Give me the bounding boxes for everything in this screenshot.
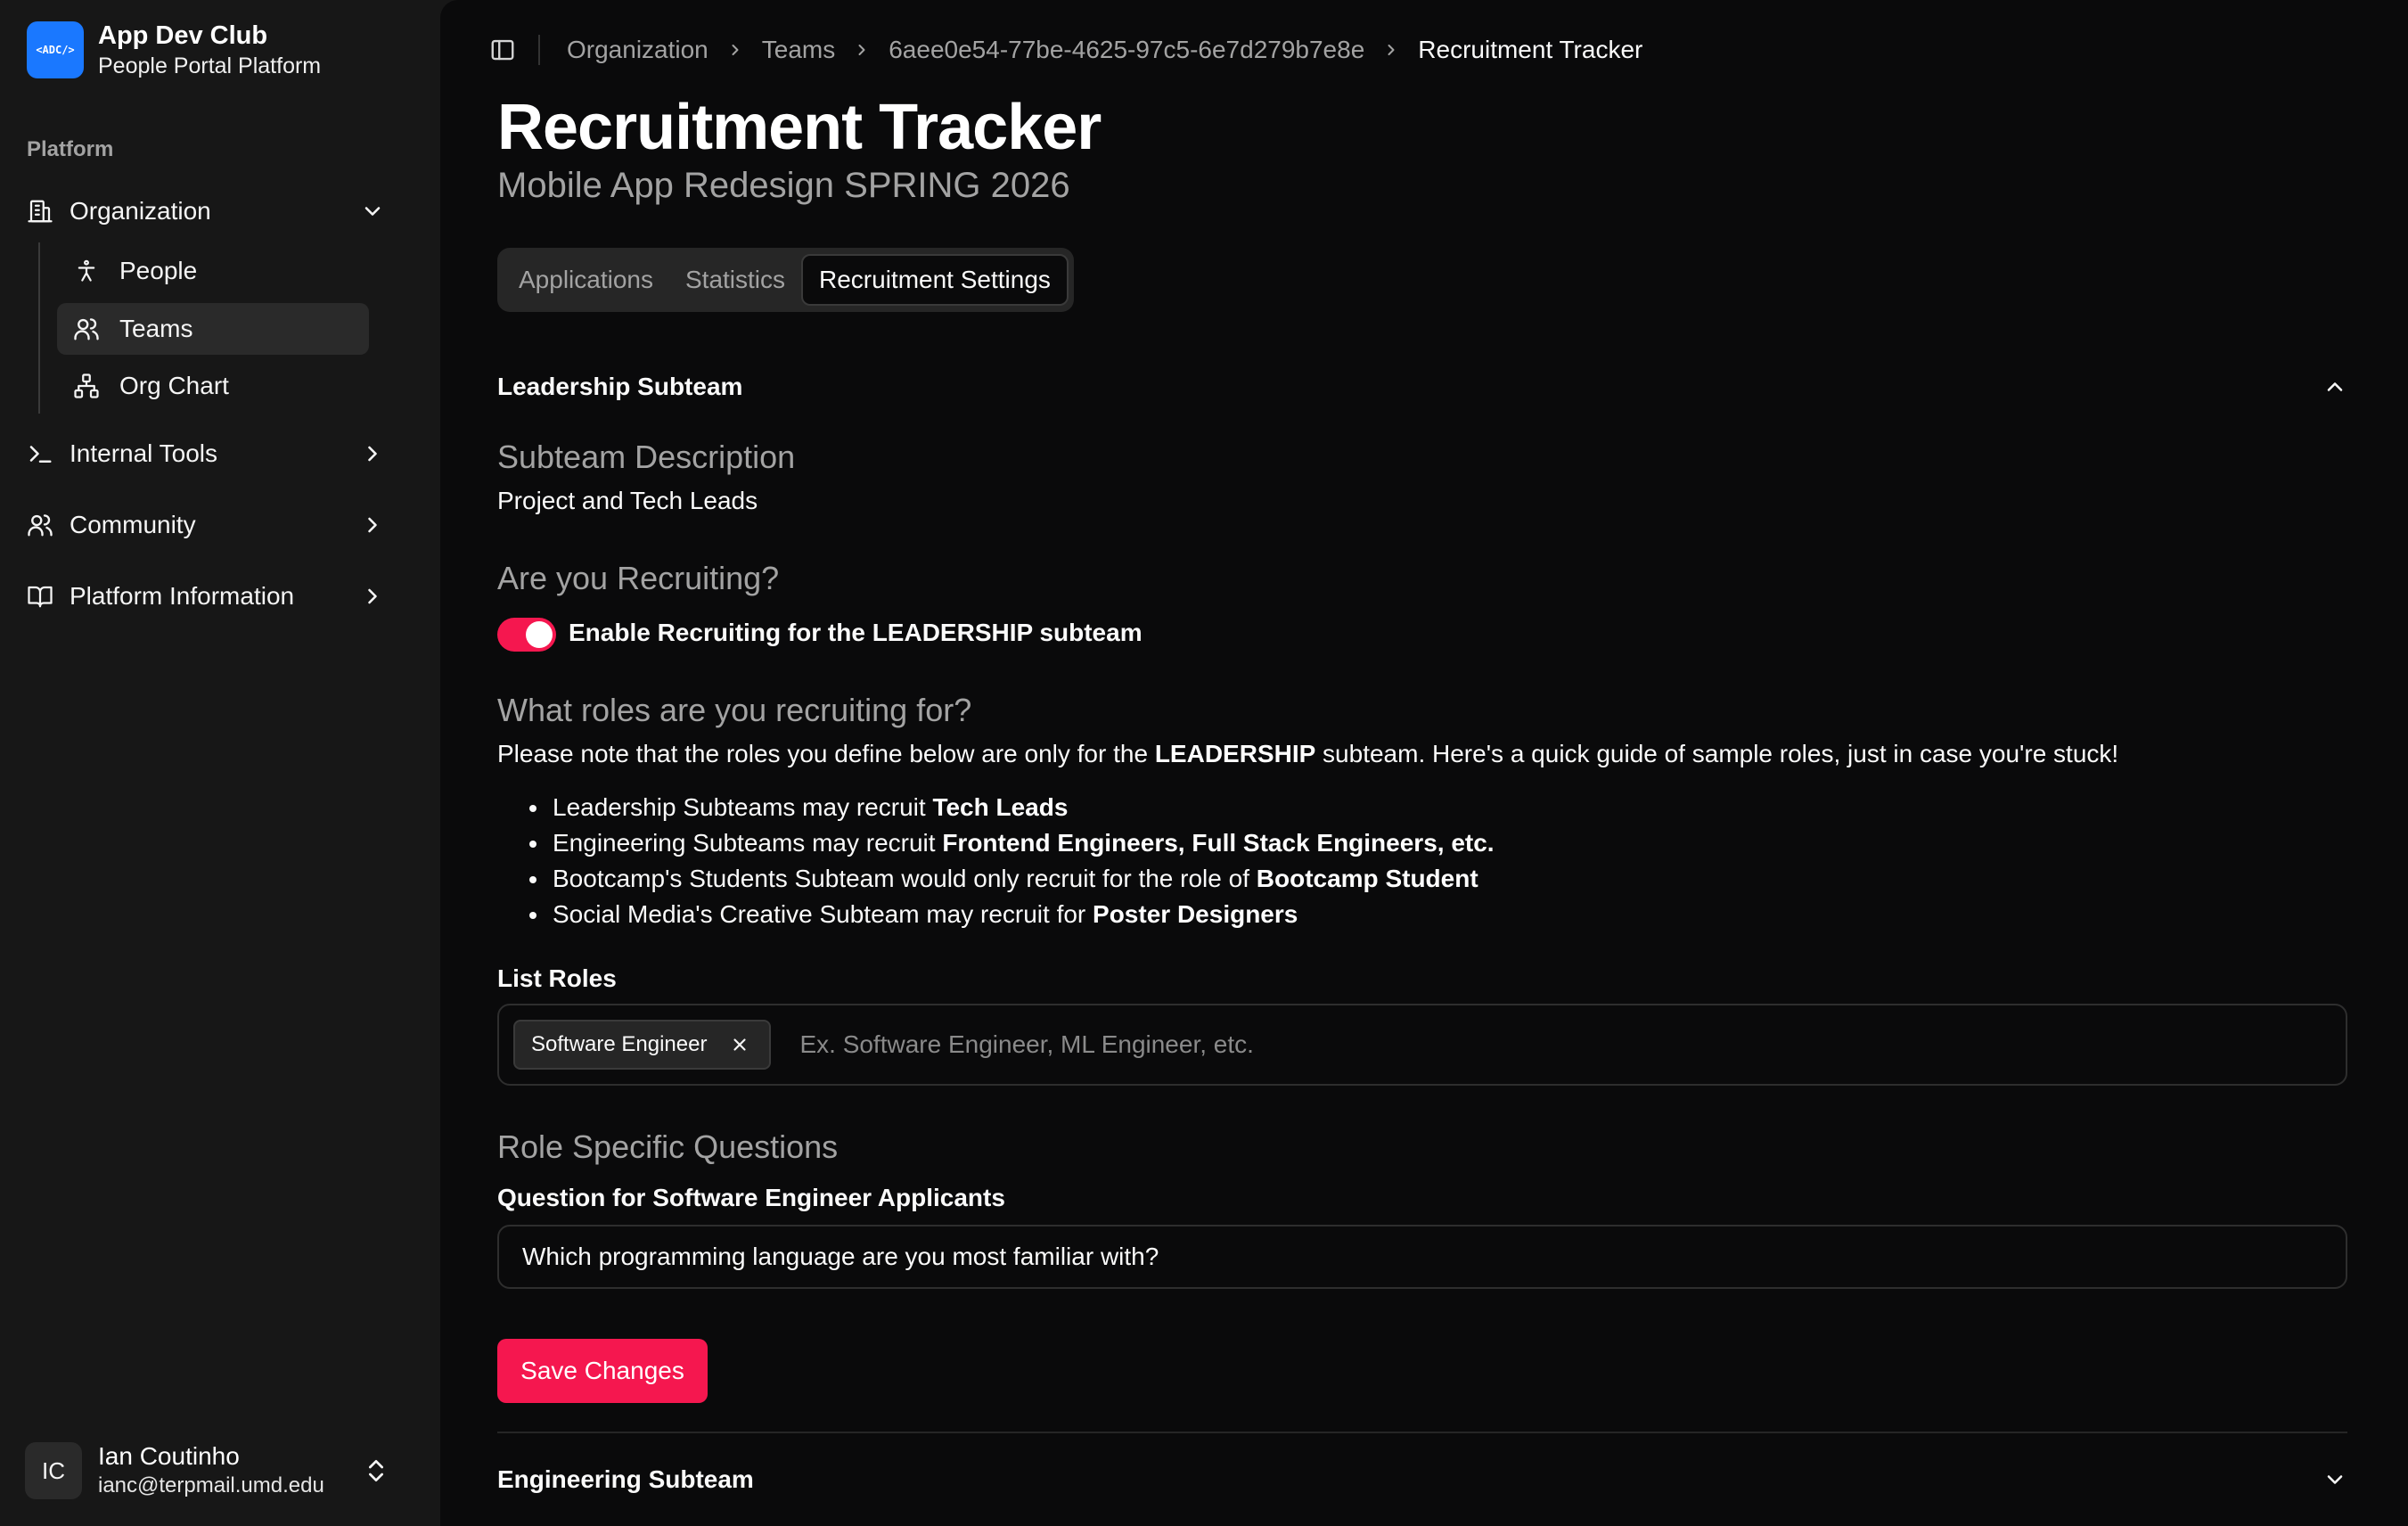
sidebar-section-label: Platform xyxy=(27,137,114,161)
guide-emphasis: Poster Designers xyxy=(1093,900,1298,928)
page-subtitle: Mobile App Redesign SPRING 2026 xyxy=(497,166,1070,205)
breadcrumb-organization[interactable]: Organization xyxy=(567,36,708,64)
accordion-leadership-header[interactable]: Leadership Subteam xyxy=(497,360,2347,414)
recruiting-heading: Are you Recruiting? xyxy=(497,560,780,596)
roles-heading: What roles are you recruiting for? xyxy=(497,692,972,728)
book-icon xyxy=(25,581,55,611)
tab-recruitment-settings[interactable]: Recruitment Settings xyxy=(801,254,1069,306)
guide-text: Bootcamp's Students Subteam would only r… xyxy=(553,865,1257,892)
user-menu[interactable]: IC Ian Coutinho ianc@terpmail.umd.edu xyxy=(25,1439,403,1503)
guide-text: Leadership Subteams may recruit xyxy=(553,793,933,821)
accordion-title: Leadership Subteam xyxy=(497,373,743,400)
sidebar-toggle-icon[interactable] xyxy=(487,34,519,66)
sidebar-item-label: Organization xyxy=(70,197,211,225)
sidebar-item-org-chart[interactable]: Org Chart xyxy=(57,360,369,412)
recruiting-toggle[interactable] xyxy=(497,618,556,652)
tab-applications[interactable]: Applications xyxy=(503,254,669,306)
chevron-up-icon xyxy=(2327,382,2343,391)
note-text: subteam. Here's a quick guide of sample … xyxy=(1315,740,2119,767)
tab-list: Applications Statistics Recruitment Sett… xyxy=(497,248,1074,312)
chevron-right-icon[interactable] xyxy=(360,584,385,609)
sidebar-item-label: Internal Tools xyxy=(70,439,218,467)
sidebar-item-organization[interactable]: Organization xyxy=(25,185,403,237)
brand-subtitle: People Portal Platform xyxy=(98,53,322,78)
brand-name: App Dev Club xyxy=(98,21,268,50)
sidebar-item-teams[interactable]: Teams xyxy=(57,303,369,355)
guide-text: Engineering Subteams may recruit xyxy=(553,829,943,857)
sidebar-item-community[interactable]: Community xyxy=(25,499,403,551)
user-name: Ian Coutinho xyxy=(98,1442,240,1470)
sidebar-item-label: Platform Information xyxy=(70,582,295,610)
list-roles-label: List Roles xyxy=(497,964,617,992)
sidebar: <ADC/> App Dev Club People Portal Platfo… xyxy=(0,0,440,1526)
accordion-engineering-header[interactable]: Engineering Subteam xyxy=(497,1453,2347,1506)
role-chip-label: Software Engineer xyxy=(531,1032,708,1056)
terminal-icon xyxy=(25,439,55,469)
guide-emphasis: Tech Leads xyxy=(932,793,1069,821)
submenu-guide-line xyxy=(38,242,40,414)
list-item: Engineering Subteams may recruit Fronten… xyxy=(529,825,1495,861)
top-bar: Organization Teams 6aee0e54-77be-4625-97… xyxy=(487,27,1642,73)
tab-statistics[interactable]: Statistics xyxy=(669,254,801,306)
divider xyxy=(538,35,540,65)
accordion-title: Engineering Subteam xyxy=(497,1465,754,1493)
note-text: Please note that the roles you define be… xyxy=(497,740,1155,767)
person-icon xyxy=(71,256,102,286)
breadcrumb: Organization Teams 6aee0e54-77be-4625-97… xyxy=(567,36,1642,64)
chevron-right-icon[interactable] xyxy=(360,513,385,537)
sidebar-item-people[interactable]: People xyxy=(57,245,369,297)
users-icon xyxy=(71,314,102,344)
role-questions-heading: Role Specific Questions xyxy=(497,1128,839,1165)
roles-guide-list: Leadership Subteams may recruit Tech Lea… xyxy=(529,790,1495,932)
list-item: Leadership Subteams may recruit Tech Lea… xyxy=(529,790,1495,825)
list-item: Bootcamp's Students Subteam would only r… xyxy=(529,861,1495,897)
brand[interactable]: <ADC/> App Dev Club People Portal Platfo… xyxy=(27,20,321,80)
recruiting-toggle-label: Enable Recruiting for the LEADERSHIP sub… xyxy=(569,619,1143,646)
chevron-right-icon xyxy=(1388,45,1395,55)
sidebar-item-label: Org Chart xyxy=(119,372,229,399)
roles-input[interactable] xyxy=(799,1030,2048,1059)
chevrons-up-down-icon[interactable] xyxy=(362,1456,390,1485)
breadcrumb-teams[interactable]: Teams xyxy=(762,36,835,64)
avatar: IC xyxy=(25,1442,82,1499)
toggle-knob xyxy=(526,621,553,648)
note-emphasis: LEADERSHIP xyxy=(1154,740,1316,767)
roles-tag-input[interactable]: Software Engineer xyxy=(497,1004,2347,1086)
breadcrumb-current: Recruitment Tracker xyxy=(1418,36,1643,63)
user-email: ianc@terpmail.umd.edu xyxy=(98,1473,324,1497)
subteam-description-heading: Subteam Description xyxy=(497,439,796,475)
sidebar-item-label: Teams xyxy=(119,315,193,342)
close-icon[interactable] xyxy=(730,1035,749,1054)
users-icon xyxy=(25,510,55,540)
roles-note: Please note that the roles you define be… xyxy=(497,740,2118,768)
role-chip: Software Engineer xyxy=(513,1020,772,1070)
question-label: Question for Software Engineer Applicant… xyxy=(497,1184,1005,1211)
guide-emphasis: Bootcamp Student xyxy=(1256,865,1478,892)
sidebar-item-label: Community xyxy=(70,511,196,538)
sidebar-item-label: People xyxy=(119,257,198,284)
sidebar-item-platform-information[interactable]: Platform Information xyxy=(25,570,403,622)
list-item: Social Media's Creative Subteam may recr… xyxy=(529,897,1495,932)
chevron-down-icon xyxy=(2327,1475,2343,1484)
page-title: Recruitment Tracker xyxy=(497,92,1102,163)
divider xyxy=(497,1432,2347,1433)
subteam-description: Project and Tech Leads xyxy=(497,487,758,514)
chevron-right-icon xyxy=(732,45,739,55)
chevron-right-icon xyxy=(858,45,865,55)
breadcrumb-team-id[interactable]: 6aee0e54-77be-4625-97c5-6e7d279b7e8e xyxy=(889,36,1364,64)
sidebar-item-internal-tools[interactable]: Internal Tools xyxy=(25,428,403,480)
guide-emphasis: Frontend Engineers, Full Stack Engineers… xyxy=(942,829,1495,857)
building-icon xyxy=(25,196,55,226)
save-changes-button[interactable]: Save Changes xyxy=(497,1339,708,1403)
network-icon xyxy=(71,371,102,401)
brand-logo: <ADC/> xyxy=(27,21,84,78)
chevron-down-icon[interactable] xyxy=(360,199,385,224)
guide-text: Social Media's Creative Subteam may recr… xyxy=(553,900,1093,928)
question-input[interactable]: Which programming language are you most … xyxy=(497,1225,2347,1289)
chevron-right-icon[interactable] xyxy=(360,441,385,466)
main-content: Organization Teams 6aee0e54-77be-4625-97… xyxy=(440,0,2408,1526)
